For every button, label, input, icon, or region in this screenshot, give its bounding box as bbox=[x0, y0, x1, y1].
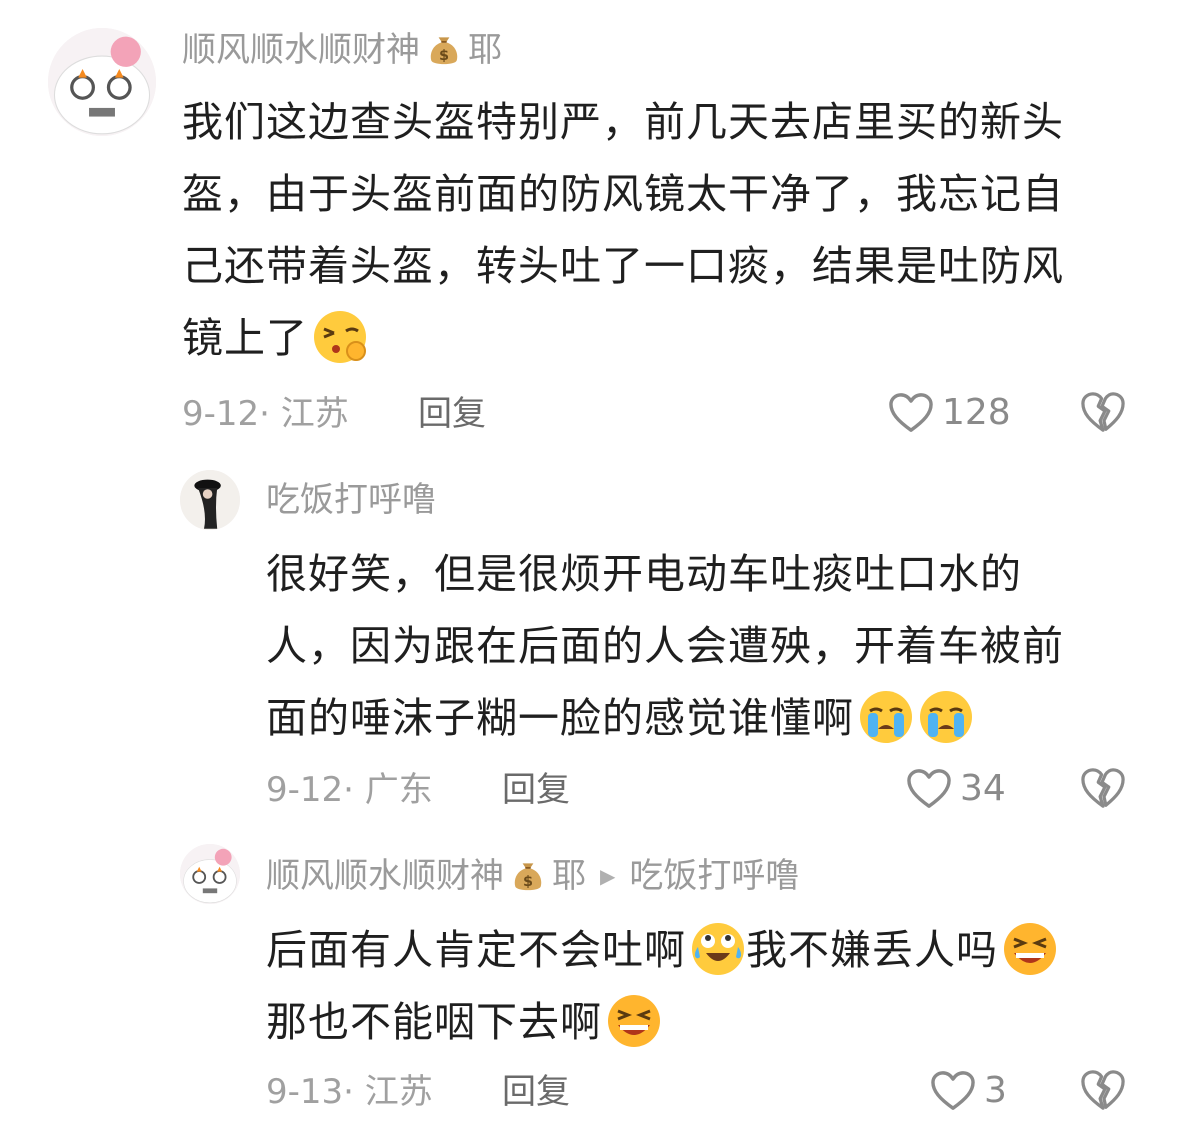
broken-heart-icon[interactable] bbox=[1080, 390, 1126, 434]
like-count: 3 bbox=[984, 1070, 1007, 1111]
username[interactable]: 顺风顺水顺财神 耶 bbox=[182, 30, 502, 70]
comment-location: 江苏 bbox=[280, 394, 349, 434]
hello-kitty-avatar-icon bbox=[180, 844, 240, 904]
comment-location: 广东 bbox=[364, 770, 433, 810]
comment-date: 9-12 bbox=[266, 770, 344, 810]
grinning-squint-emoji-icon bbox=[1002, 921, 1058, 977]
heart-outline-icon bbox=[888, 392, 934, 434]
crying-face-emoji-icon bbox=[858, 689, 914, 745]
heart-outline-icon bbox=[930, 1070, 976, 1112]
reply-button[interactable]: 回复 bbox=[502, 770, 570, 810]
avatar[interactable] bbox=[180, 470, 240, 530]
like-count: 34 bbox=[960, 768, 1006, 809]
username[interactable]: 顺风顺水顺财神 耶 ▶ 吃饭打呼噜 bbox=[266, 856, 799, 896]
avatar[interactable] bbox=[48, 28, 156, 136]
reply-button[interactable]: 回复 bbox=[418, 394, 486, 434]
grinning-squint-emoji-icon bbox=[606, 993, 662, 1049]
heart-outline-icon bbox=[906, 768, 952, 810]
hello-kitty-avatar-icon bbox=[48, 28, 156, 136]
comment-meta: 9-12· 江苏 bbox=[182, 394, 349, 434]
comment-text: 很好笑，但是很烦开电动车吐痰吐口水的 人，因为跟在后面的人会遭殃，开着车被前 面… bbox=[266, 538, 1064, 754]
broken-heart-icon[interactable] bbox=[1080, 1068, 1126, 1112]
comment-date: 9-13 bbox=[266, 1072, 344, 1112]
comment-text: 我们这边查头盔特别严，前几天去店里买的新头 盔，由于头盔前面的防风镜太干净了，我… bbox=[182, 86, 1064, 374]
comment-text: 后面有人肯定不会吐啊 我不嫌丢人吗 那也不能咽下去啊 bbox=[266, 914, 1058, 1058]
money-bag-emoji-icon bbox=[510, 858, 546, 894]
reply-button[interactable]: 回复 bbox=[502, 1072, 570, 1112]
portrait-avatar-icon bbox=[180, 470, 240, 530]
like-button[interactable]: 3 bbox=[930, 1070, 1007, 1112]
crying-face-emoji-icon bbox=[918, 689, 974, 745]
username[interactable]: 吃饭打呼噜 bbox=[266, 480, 436, 520]
comment-location: 江苏 bbox=[364, 1072, 433, 1112]
like-button[interactable]: 34 bbox=[906, 768, 1006, 810]
shy-face-emoji-icon bbox=[312, 309, 368, 365]
comment-meta: 9-12· 广东 bbox=[266, 770, 433, 810]
play-triangle-icon: ▶ bbox=[600, 864, 616, 888]
like-button[interactable]: 128 bbox=[888, 392, 1011, 434]
reply-to-username[interactable]: 吃饭打呼噜 bbox=[629, 856, 799, 896]
comment-date: 9-12 bbox=[182, 394, 260, 434]
avatar[interactable] bbox=[180, 844, 240, 904]
broken-heart-icon[interactable] bbox=[1080, 766, 1126, 810]
comment-meta: 9-13· 江苏 bbox=[266, 1072, 433, 1112]
money-bag-emoji-icon bbox=[426, 32, 462, 68]
like-count: 128 bbox=[942, 392, 1011, 433]
laugh-cry-emoji-icon bbox=[690, 921, 746, 977]
